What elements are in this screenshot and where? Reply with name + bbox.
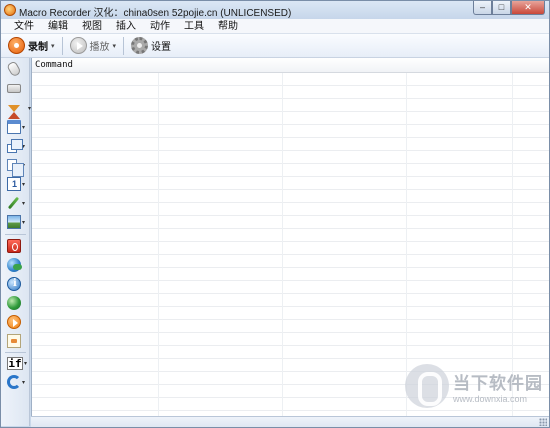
tool-mouse[interactable] [6, 60, 27, 78]
play-icon [69, 37, 87, 54]
tool-window[interactable]: ▾ [7, 119, 27, 135]
keyboard-icon [7, 84, 21, 93]
toolbar: 录制 ▾ 播放 ▾ 设置 [1, 34, 549, 58]
brush-icon [7, 196, 20, 210]
play-label: 播放 [89, 42, 110, 53]
window-title: Macro Recorder 汉化：china0sen 52pojie.cn (… [19, 8, 292, 19]
settings-button[interactable]: 设置 [128, 36, 174, 56]
close-button[interactable]: ✕ [511, 1, 545, 15]
windows-icon [7, 139, 23, 153]
copy-icon [7, 159, 24, 177]
palette-divider [5, 234, 26, 235]
info-icon [7, 277, 21, 291]
watermark-logo-icon [405, 364, 449, 408]
palette-divider [5, 352, 26, 353]
app-window: Macro Recorder 汉化：china0sen 52pojie.cn (… [0, 0, 550, 428]
note-icon [7, 334, 21, 348]
menu-help[interactable]: 帮助 [211, 19, 245, 33]
play-button[interactable]: 播放 ▾ [67, 36, 120, 56]
settings-label: 设置 [151, 42, 172, 53]
grid-column-line [158, 73, 159, 416]
chevron-down-icon[interactable]: ▾ [22, 181, 25, 188]
title-bar[interactable]: Macro Recorder 汉化：china0sen 52pojie.cn (… [1, 1, 549, 19]
tool-run[interactable] [7, 314, 27, 330]
column-header-command[interactable]: Command [35, 60, 73, 70]
app-logo-icon [4, 4, 16, 16]
tool-internet[interactable] [7, 295, 27, 311]
tool-pixel[interactable]: ▾ [7, 195, 27, 211]
menu-bar: 文件 编辑 视图 插入 动作 工具 帮助 [1, 19, 549, 34]
tool-clipboard[interactable]: ▾ [7, 157, 27, 177]
resize-grip-icon[interactable] [539, 418, 547, 426]
window-icon [7, 120, 21, 134]
loop-icon [7, 375, 21, 389]
tool-image[interactable]: ▾ [7, 214, 27, 230]
maximize-button[interactable]: □ [492, 1, 511, 15]
globe-icon [7, 258, 22, 272]
command-grid[interactable]: Command 当下软件园 www.downxia.com [31, 58, 549, 416]
textbox-icon [7, 177, 21, 191]
tool-loop[interactable]: ▾ [7, 374, 27, 390]
menu-action[interactable]: 动作 [143, 19, 177, 33]
hourglass-icon [8, 104, 20, 119]
window-controls: – □ ✕ [473, 1, 545, 15]
play-dropdown-icon[interactable]: ▾ [113, 42, 117, 50]
record-label: 录制 [28, 42, 48, 53]
status-bar [31, 416, 549, 427]
watermark: 当下软件园 www.downxia.com [405, 364, 543, 408]
tool-if[interactable]: if ▾ [7, 355, 27, 371]
menu-edit[interactable]: 编辑 [41, 19, 75, 33]
chevron-down-icon[interactable]: ▾ [22, 379, 25, 386]
tool-stop[interactable] [7, 238, 27, 254]
record-icon [8, 37, 25, 54]
image-icon [7, 215, 21, 229]
grid-column-line [282, 73, 283, 416]
tool-keyboard[interactable] [7, 79, 27, 95]
menu-insert[interactable]: 插入 [109, 19, 143, 33]
if-icon: if [7, 356, 23, 370]
record-button[interactable]: 录制 ▾ [5, 36, 58, 56]
tool-windows[interactable]: ▾ [7, 138, 27, 154]
tool-message[interactable] [7, 276, 27, 292]
menu-view[interactable]: 视图 [75, 19, 109, 33]
menu-tools[interactable]: 工具 [177, 19, 211, 33]
action-palette: ▾ ▾ ▾ ▾ ▾ ▾ ▾ [1, 58, 31, 426]
chevron-down-icon[interactable]: ▾ [22, 124, 25, 131]
chevron-down-icon[interactable]: ▾ [22, 200, 25, 207]
stop-icon [7, 239, 21, 253]
menu-file[interactable]: 文件 [7, 19, 41, 33]
play-orange-icon [7, 315, 21, 329]
globe-green-icon [7, 296, 21, 310]
chevron-down-icon[interactable]: ▾ [24, 360, 27, 367]
watermark-brand: 当下软件园 [453, 373, 543, 393]
tool-comment[interactable] [7, 333, 27, 349]
grid-header: Command [32, 58, 549, 73]
toolbar-separator [123, 36, 125, 55]
record-dropdown-icon[interactable]: ▾ [51, 42, 55, 50]
minimize-button[interactable]: – [473, 1, 492, 15]
tool-text[interactable]: ▾ [7, 176, 27, 192]
watermark-url: www.downxia.com [453, 393, 528, 404]
chevron-down-icon[interactable]: ▾ [22, 219, 25, 226]
mouse-icon [6, 60, 22, 78]
tool-web[interactable] [7, 257, 27, 273]
gear-icon [131, 37, 149, 54]
watermark-text: 当下软件园 www.downxia.com [453, 369, 543, 404]
tool-delay[interactable]: ▾ [7, 100, 31, 119]
toolbar-separator [61, 36, 63, 55]
